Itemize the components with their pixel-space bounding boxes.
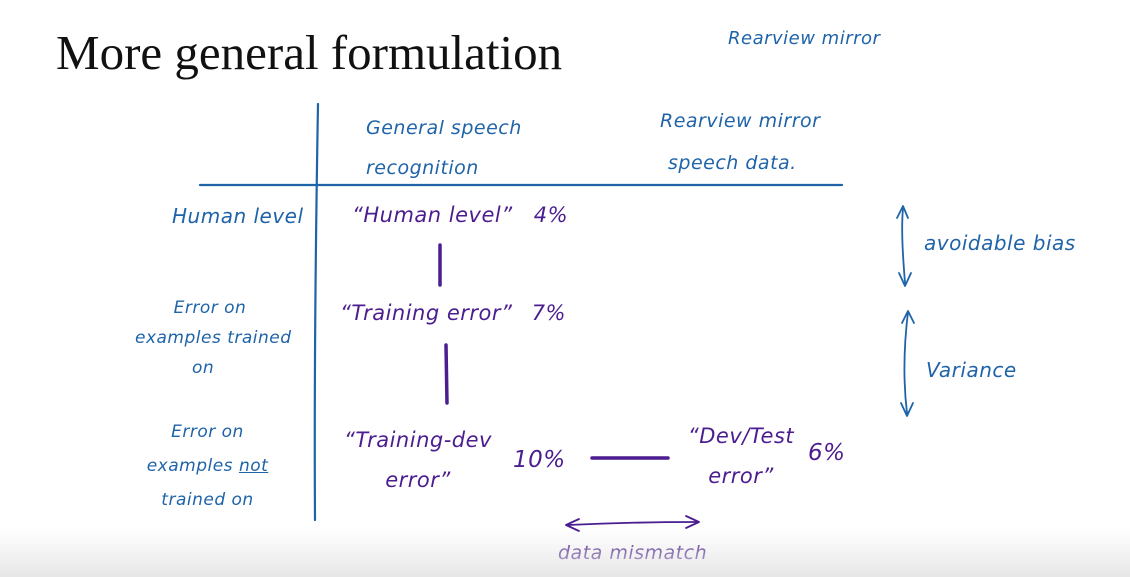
- column-header-general-line-1: General speech: [366, 117, 522, 139]
- row-header-trained-line-1: Error on: [173, 298, 247, 318]
- cell-training-dev-label-line-1: “Training-dev: [344, 428, 492, 452]
- cell-training-error-label: “Training error”: [340, 301, 513, 325]
- cell-training-error: “Training error” 7%: [340, 301, 566, 325]
- cell-training-error-value: 7%: [531, 301, 566, 325]
- variance-arrow: [900, 310, 915, 417]
- cell-human-level-label: “Human level”: [352, 203, 513, 227]
- cell-human-level: “Human level” 4%: [352, 203, 568, 227]
- column-header-rearview-line-1: Rearview mirror: [660, 110, 821, 132]
- annotation-avoidable-bias: avoidable bias: [924, 231, 1076, 255]
- row-header-human-level: Human level: [172, 204, 304, 228]
- column-header-general: General speech recognition: [366, 108, 522, 188]
- row-header-trained-line-3: on: [192, 358, 215, 378]
- annotation-data-mismatch: data mismatch: [558, 542, 708, 564]
- cell-human-level-value: 4%: [533, 203, 569, 227]
- column-divider-line: [313, 102, 320, 522]
- row-header-not-trained-emphasis: not: [238, 456, 269, 476]
- row-header-not-trained: Error on examples not trained on: [130, 415, 285, 517]
- cell-dev-test-label-line-1: “Dev/Test: [687, 424, 795, 448]
- row-header-trained-line-2: examples trained: [135, 328, 292, 348]
- row-header-not-trained-line-2: examples not: [130, 449, 285, 483]
- row-header-not-trained-prefix: examples: [146, 456, 234, 476]
- row-header-not-trained-line-1: Error on: [171, 422, 244, 442]
- column-header-rearview: Rearview mirror speech data.: [660, 100, 820, 184]
- column-header-general-line-2: recognition: [366, 157, 479, 179]
- cell-training-dev-value: 10%: [513, 447, 566, 473]
- avoidable-bias-arrow: [896, 205, 912, 287]
- cell-dev-test-label-line-2: error”: [708, 464, 774, 488]
- row-header-not-trained-line-3: trained on: [161, 490, 254, 510]
- data-mismatch-arrow: [565, 515, 700, 532]
- cell-dev-test-value: 6%: [808, 440, 846, 466]
- row-header-trained: Error on examples trained on: [135, 293, 292, 383]
- cell-training-dev-label-line-2: error”: [385, 468, 451, 492]
- connector-train-to-traindev: [444, 343, 449, 405]
- column-header-rearview-line-2: speech data.: [668, 152, 797, 174]
- cell-training-dev-label: “Training-dev error”: [338, 420, 498, 500]
- cell-dev-test-label: “Dev/Test error”: [676, 416, 806, 496]
- annotation-variance: Variance: [926, 358, 1017, 382]
